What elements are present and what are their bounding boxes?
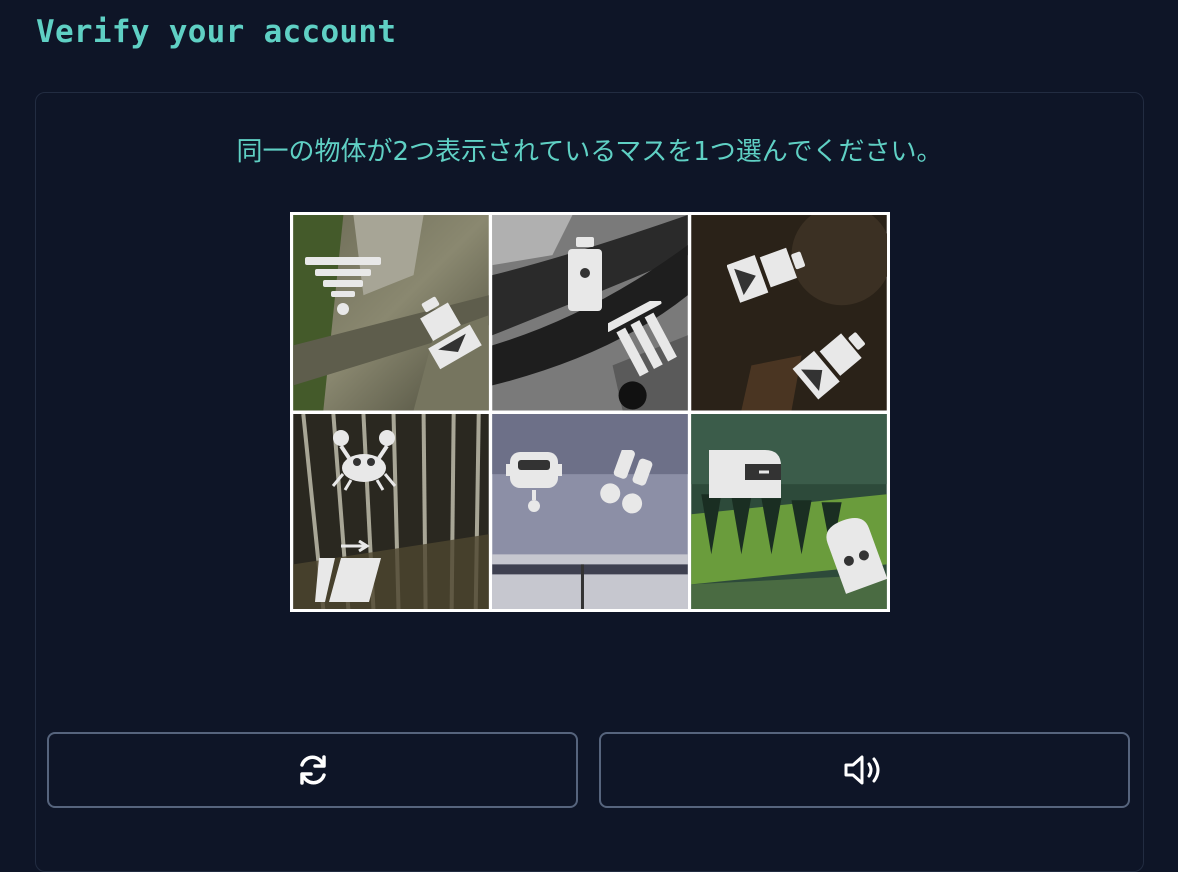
captcha-tile-2[interactable] (492, 215, 688, 411)
filter-funnel-icon (305, 257, 381, 315)
blender-icon (792, 332, 865, 400)
captcha-image-grid (290, 212, 890, 612)
bottle-icon (568, 237, 602, 311)
robot-head-icon (506, 451, 562, 512)
ghost-icon (826, 517, 887, 594)
refresh-icon (299, 755, 326, 785)
blender-icon (420, 296, 482, 370)
captcha-tile-4[interactable] (293, 413, 489, 609)
captcha-tile-1[interactable] (293, 215, 489, 411)
crab-icon (331, 429, 397, 491)
stacked-pillar-icon (608, 301, 677, 377)
audio-challenge-button[interactable] (599, 732, 1130, 808)
refresh-button[interactable] (47, 732, 578, 808)
captcha-tile-5[interactable] (492, 413, 688, 609)
eraser-icon (709, 449, 781, 498)
captcha-tile-6[interactable] (691, 413, 887, 609)
captcha-instruction: 同一の物体が2つ表示されているマスを1つ選んでください。 (236, 137, 943, 167)
page-title: Verify your account (36, 14, 397, 50)
dice-shaker-icon (600, 449, 653, 513)
captcha-tile-3[interactable] (691, 215, 887, 411)
arrow-folder-icon (315, 539, 381, 602)
captcha-card: 同一の物体が2つ表示されているマスを1つ選んでください。 (35, 92, 1144, 872)
blender-icon (727, 247, 806, 303)
speaker-icon (844, 755, 879, 785)
